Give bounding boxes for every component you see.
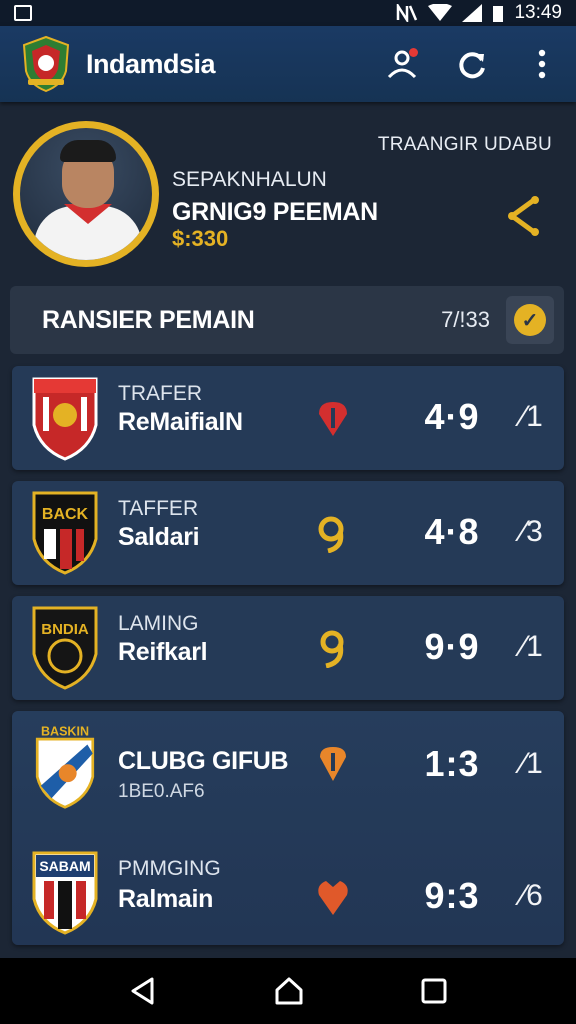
position-badge-icon [320,630,344,668]
confirm-button[interactable]: ✓ [506,296,554,344]
share-icon[interactable] [504,194,544,238]
people-notification-button[interactable] [384,46,420,82]
club-crest-icon: BASKIN [35,725,95,809]
section-title: RANSIER PEMAIN [42,305,255,334]
player-profile: TRAANGIR UDABU SEPAKNHALUN GRNIG9 PEEMAN… [0,118,576,278]
crest-text: BACK [42,506,89,523]
card-label: TAFFER [118,497,199,520]
avatar[interactable] [16,124,156,264]
club-crest-icon: BNDIA [32,606,98,690]
more-options-button[interactable] [524,46,560,82]
app-bar: Indamdsia [0,26,576,102]
card-label: TRAFER [118,382,202,405]
crest-text: BNDIA [41,621,89,638]
profile-value: $:330 [172,226,229,251]
card-label: PMMGING [118,857,221,880]
card-name: Saldari [118,523,200,551]
card-score: 9:3 [424,875,480,916]
wifi-icon [428,4,453,21]
card-trend: ⁄1 [521,630,543,663]
app-title: Indamdsia [86,48,216,79]
position-badge-icon [318,516,344,553]
card-score: 4·9 [424,396,480,437]
battery-icon [493,6,504,22]
profile-label: SEPAKNHALUN [172,168,327,191]
recents-icon[interactable] [420,977,448,1005]
app-logo [22,35,70,93]
position-badge-icon [319,402,347,436]
notification-dot [409,48,418,57]
card-trend: ⁄6 [521,879,543,912]
nfc-icon [397,4,418,22]
crest-text: SABAM [39,858,90,874]
image-notification-icon [14,5,32,21]
card-score: 1:3 [424,743,480,784]
system-nav-bar [0,958,576,1024]
card-trend: ⁄1 [521,747,543,780]
refresh-button[interactable] [454,46,490,82]
card-trend: ⁄3 [521,515,543,548]
card-name[interactable]: Ralmain [118,885,213,914]
signal-icon [462,4,483,22]
card-name: Reifkarl [118,638,208,666]
refresh-icon [459,52,485,79]
position-badge-icon [318,881,348,915]
section-header: RANSIER PEMAIN 7/!33 ✓ [10,286,564,354]
section-count: 7/!33 [441,307,490,332]
card-label: LAMING [118,612,199,635]
back-icon[interactable] [128,976,158,1006]
card-name: ReMaifialN [118,408,243,436]
crest-text: BASKIN [41,725,89,739]
card-sub: 1BE0.AF6 [118,781,205,802]
card-score: 9·9 [424,626,480,667]
club-crest-icon [32,377,98,461]
profile-top-tag: TRAANGIR UDABU [377,134,552,155]
card-score: 4·8 [424,511,480,552]
status-time: 13:49 [514,2,562,23]
profile-name: GRNIG9 PEEMAN [172,198,378,226]
club-crest-icon: BACK [32,491,98,575]
card-name[interactable]: CLUBG GIFUB [118,747,289,776]
more-vert-icon [538,49,546,79]
transfer-card[interactable]: BACK TAFFER Saldari 4·8 ⁄3 [12,481,564,585]
transfer-card-group: BASKIN CLUBG GIFUB 1BE0.AF6 1:3 ⁄1 SABAM… [12,711,564,945]
transfer-card[interactable]: BNDIA LAMING Reifkarl 9·9 ⁄1 [12,596,564,700]
club-crest-icon: SABAM [32,851,98,935]
transfer-card[interactable]: TRAFER ReMaifialN 4·9 ⁄1 [12,366,564,470]
position-badge-icon [320,747,346,781]
home-icon[interactable] [274,976,304,1006]
card-trend: ⁄1 [521,400,543,433]
check-icon: ✓ [514,304,546,336]
status-bar: 13:49 [0,0,576,26]
